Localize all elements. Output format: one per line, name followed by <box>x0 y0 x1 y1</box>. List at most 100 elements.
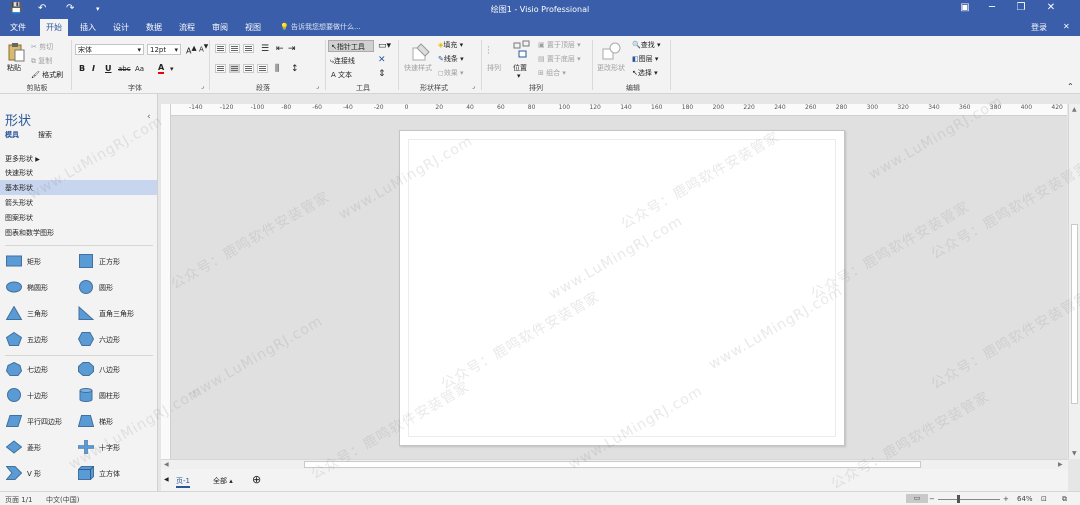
language-status[interactable]: 中文(中国) <box>46 495 79 505</box>
tab-stencils[interactable]: 模具 <box>5 130 19 140</box>
login-link[interactable]: 登录 <box>1031 22 1047 33</box>
horizontal-scroll-thumb[interactable] <box>304 461 921 468</box>
decrease-indent-icon[interactable]: ⇤ <box>276 44 284 54</box>
tab-file[interactable]: 文件 <box>10 22 26 33</box>
zoom-out-icon[interactable]: − <box>929 495 935 503</box>
fit-page-icon[interactable]: ⊡ <box>1041 495 1047 503</box>
effects-button[interactable]: ◻效果 ▾ <box>438 68 464 78</box>
scroll-down-icon[interactable]: ▼ <box>1072 450 1077 457</box>
text-block-icon[interactable]: ⇕ <box>378 69 386 79</box>
paste-button[interactable]: 粘贴 <box>7 63 21 73</box>
collapse-ribbon-icon[interactable]: ⌃ <box>1067 82 1074 91</box>
category-chart-math-shapes[interactable]: 图表和数学图形 <box>0 225 157 240</box>
scroll-left-icon[interactable]: ◀ <box>164 461 169 468</box>
grow-font-button[interactable]: A▲ <box>186 44 197 56</box>
rectangle-tool-icon[interactable]: ▭▾ <box>378 41 391 51</box>
quick-styles-button[interactable]: 快速样式 <box>404 63 432 73</box>
tab-review[interactable]: 审阅 <box>212 22 228 33</box>
category-quick-shapes[interactable]: 快速形状 <box>0 165 157 180</box>
select-button[interactable]: ↖选择 ▾ <box>632 68 658 78</box>
switch-windows-icon[interactable]: ⧉ <box>1062 495 1067 504</box>
font-name-select[interactable]: 宋体 ▾ <box>75 44 144 55</box>
find-button[interactable]: 🔍查找 ▾ <box>632 40 660 50</box>
bullets-icon[interactable]: ☰ <box>261 44 269 54</box>
tab-data[interactable]: 数据 <box>146 22 162 33</box>
paste-icon[interactable] <box>7 42 25 62</box>
paragraph-spacing-icon[interactable]: ↕ <box>291 64 299 74</box>
zoom-level[interactable]: 64% <box>1017 495 1033 503</box>
shrink-font-button[interactable]: A▼ <box>199 44 208 53</box>
copy-button[interactable]: ⧉ 复制 <box>31 56 52 66</box>
tell-me-search[interactable]: 💡 告诉我您想要做什么... <box>280 22 361 32</box>
align-shapes-button[interactable]: 排列 <box>487 63 501 73</box>
tab-insert[interactable]: 插入 <box>80 22 96 33</box>
add-page-icon[interactable]: ⊕ <box>252 473 261 486</box>
strikethrough-button[interactable]: abc <box>118 65 131 73</box>
category-more-shapes[interactable]: 更多形状 ▶ <box>0 151 157 166</box>
text-direction-icon[interactable]: ⫼ <box>275 64 279 74</box>
font-color-button[interactable]: A <box>158 63 165 74</box>
chevron-down-icon[interactable]: ▾ <box>170 65 174 73</box>
zoom-in-icon[interactable]: + <box>1003 495 1009 503</box>
increase-indent-icon[interactable]: ⇥ <box>288 44 296 54</box>
change-shape-button[interactable]: 更改形状 <box>597 63 625 73</box>
scroll-right-icon[interactable]: ▶ <box>1058 461 1063 468</box>
connector-button[interactable]: ⤷连接线 <box>330 56 355 66</box>
underline-button[interactable]: U <box>105 64 112 73</box>
normal-view-icon[interactable]: ▭ <box>906 494 928 503</box>
category-basic-shapes[interactable]: 基本形状 <box>0 180 157 195</box>
italic-button[interactable]: I <box>92 64 95 73</box>
dialog-launcher-icon[interactable]: ⌟ <box>472 83 475 90</box>
send-to-back-button[interactable]: ▤ 置于底层 ▾ <box>538 54 581 64</box>
line-button[interactable]: ✎线条 ▾ <box>438 54 464 64</box>
change-shape-icon[interactable] <box>602 41 622 61</box>
text-tool-button[interactable]: A 文本 <box>331 70 352 80</box>
fill-button[interactable]: ◈填充 ▾ <box>438 40 463 50</box>
align-right-button[interactable] <box>243 64 254 73</box>
minimize-icon[interactable]: ─ <box>985 2 999 13</box>
connection-point-icon[interactable]: ✕ <box>378 55 386 65</box>
all-pages-button[interactable]: 全部 ▴ <box>213 476 233 486</box>
restore-icon[interactable]: ❐ <box>1014 2 1028 13</box>
align-bottom-button[interactable] <box>243 44 254 53</box>
zoom-slider-thumb[interactable] <box>957 495 960 503</box>
scroll-up-icon[interactable]: ▲ <box>1072 106 1077 113</box>
tab-view[interactable]: 视图 <box>245 22 261 33</box>
dialog-launcher-icon[interactable]: ⌟ <box>201 83 204 90</box>
align-middle-button[interactable] <box>229 44 240 53</box>
quick-styles-icon[interactable] <box>411 42 431 62</box>
align-left-button[interactable] <box>215 64 226 73</box>
chevron-left-icon[interactable]: ‹ <box>147 112 151 122</box>
align-center-button[interactable] <box>229 64 240 73</box>
tab-process[interactable]: 流程 <box>179 22 195 33</box>
page-nav-left-icon[interactable]: ◀ <box>164 476 169 483</box>
align-top-button[interactable] <box>215 44 226 53</box>
tab-search[interactable]: 搜索 <box>38 130 52 140</box>
tab-design[interactable]: 设计 <box>113 22 129 33</box>
ribbon-display-options-icon[interactable]: ▣ <box>958 2 972 13</box>
page-tab-1[interactable]: 页-1 <box>176 476 190 488</box>
bring-to-front-button[interactable]: ▣ 置于顶层 ▾ <box>538 40 581 50</box>
zoom-slider[interactable] <box>938 499 1000 500</box>
justify-button[interactable] <box>257 64 268 73</box>
close-document-icon[interactable]: ✕ <box>1063 22 1070 31</box>
tab-home[interactable]: 开始 <box>40 19 68 36</box>
cut-button[interactable]: ✂ 剪切 <box>31 42 53 52</box>
close-icon[interactable]: ✕ <box>1044 2 1058 13</box>
layers-button[interactable]: ◧图层 ▾ <box>632 54 658 64</box>
category-arrow-shapes[interactable]: 箭头形状 <box>0 195 157 210</box>
change-case-button[interactable]: Aa <box>135 65 144 73</box>
category-pattern-shapes[interactable]: 图案形状 <box>0 210 157 225</box>
dialog-launcher-icon[interactable]: ⌟ <box>316 83 319 90</box>
format-painter-button[interactable]: 🖌 格式刷 <box>31 70 63 80</box>
bold-button[interactable]: B <box>79 64 85 73</box>
group-button[interactable]: ⊞ 组合 ▾ <box>538 68 566 78</box>
font-size-select[interactable]: 12pt ▾ <box>147 44 181 55</box>
drawing-page[interactable] <box>399 130 845 446</box>
page-number-status[interactable]: 页面 1/1 <box>5 495 33 505</box>
horizontal-scrollbar[interactable]: ◀ ▶ <box>161 459 1068 469</box>
align-shapes-icon[interactable]: ⫶ <box>487 44 490 58</box>
vertical-scroll-thumb[interactable] <box>1071 224 1078 404</box>
pointer-tool-button[interactable]: ↖指针工具 <box>328 40 374 52</box>
vertical-scrollbar[interactable]: ▲ ▼ <box>1068 104 1080 459</box>
